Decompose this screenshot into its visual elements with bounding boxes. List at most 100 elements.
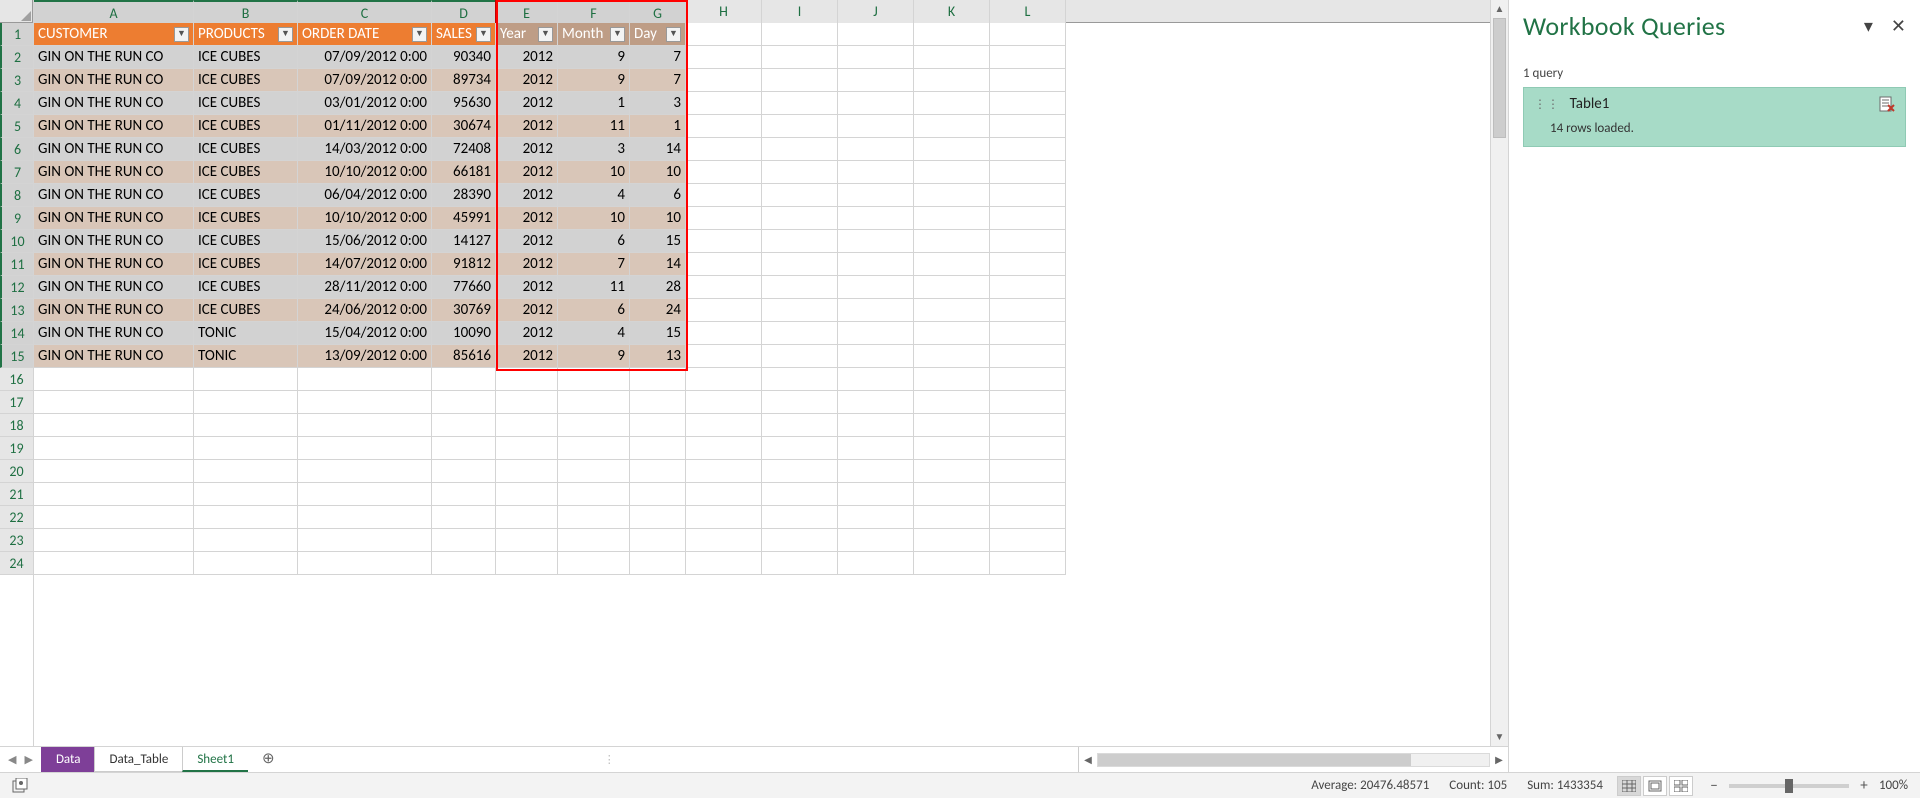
cell-empty[interactable] xyxy=(34,483,194,506)
cell-empty[interactable] xyxy=(686,161,762,184)
cell-empty[interactable] xyxy=(558,437,630,460)
cell-empty[interactable] xyxy=(914,368,990,391)
table-cell[interactable]: 4 xyxy=(558,322,630,345)
cell-empty[interactable] xyxy=(914,69,990,92)
table-cell[interactable]: 10 xyxy=(630,161,686,184)
table-cell[interactable]: 1 xyxy=(630,115,686,138)
row-header-10[interactable]: 10 xyxy=(0,230,33,253)
cell-empty[interactable] xyxy=(914,391,990,414)
col-header-A[interactable]: A xyxy=(34,0,194,23)
cell-empty[interactable] xyxy=(838,276,914,299)
table-cell[interactable]: GIN ON THE RUN CO xyxy=(34,253,194,276)
cell-empty[interactable] xyxy=(762,483,838,506)
table-cell[interactable]: 10090 xyxy=(432,322,496,345)
queries-pane-menu-icon[interactable]: ▾ xyxy=(1864,15,1873,37)
col-header-D[interactable]: D xyxy=(432,0,496,23)
table-cell[interactable]: 1 xyxy=(558,92,630,115)
table-cell[interactable]: 85616 xyxy=(432,345,496,368)
table-cell[interactable]: 2012 xyxy=(496,230,558,253)
table-cell[interactable]: 10 xyxy=(630,207,686,230)
cell-empty[interactable] xyxy=(838,299,914,322)
cell-empty[interactable] xyxy=(194,391,298,414)
row-header-22[interactable]: 22 xyxy=(0,506,33,529)
table-cell[interactable]: 28 xyxy=(630,276,686,299)
cell-empty[interactable] xyxy=(194,552,298,575)
row-header-5[interactable]: 5 xyxy=(0,115,33,138)
macro-record-icon[interactable] xyxy=(12,778,28,794)
table-cell[interactable]: GIN ON THE RUN CO xyxy=(34,69,194,92)
table-cell[interactable]: 9 xyxy=(558,69,630,92)
cell-empty[interactable] xyxy=(990,207,1066,230)
cell-empty[interactable] xyxy=(194,506,298,529)
row-header-12[interactable]: 12 xyxy=(0,276,33,299)
table-cell[interactable]: 28/11/2012 0:00 xyxy=(298,276,432,299)
table-cell[interactable]: 89734 xyxy=(432,69,496,92)
cell-empty[interactable] xyxy=(914,299,990,322)
table-cell[interactable]: 2012 xyxy=(496,345,558,368)
cell-empty[interactable] xyxy=(914,207,990,230)
table-header-sales[interactable]: SALES▼ xyxy=(432,23,496,46)
view-page-break-button[interactable] xyxy=(1669,776,1693,796)
cell-empty[interactable] xyxy=(914,460,990,483)
zoom-in-button[interactable]: + xyxy=(1857,777,1871,795)
table-cell[interactable]: 30674 xyxy=(432,115,496,138)
table-cell[interactable]: 10 xyxy=(558,161,630,184)
cell-empty[interactable] xyxy=(762,207,838,230)
cell-empty[interactable] xyxy=(838,207,914,230)
cell-empty[interactable] xyxy=(686,391,762,414)
cell-empty[interactable] xyxy=(762,115,838,138)
row-header-7[interactable]: 7 xyxy=(0,161,33,184)
cell-empty[interactable] xyxy=(34,437,194,460)
cell-empty[interactable] xyxy=(298,552,432,575)
cell-empty[interactable] xyxy=(914,115,990,138)
cell-empty[interactable] xyxy=(630,552,686,575)
table-cell[interactable]: GIN ON THE RUN CO xyxy=(34,184,194,207)
cell-empty[interactable] xyxy=(990,161,1066,184)
table-cell[interactable]: 10/10/2012 0:00 xyxy=(298,207,432,230)
cell-empty[interactable] xyxy=(990,138,1066,161)
table-cell[interactable]: 13 xyxy=(630,345,686,368)
col-header-F[interactable]: F xyxy=(558,0,630,23)
query-item-refresh-icon[interactable] xyxy=(1879,96,1895,112)
cell-empty[interactable] xyxy=(496,552,558,575)
cell-empty[interactable] xyxy=(686,92,762,115)
cell-empty[interactable] xyxy=(838,345,914,368)
table-cell[interactable]: 10/10/2012 0:00 xyxy=(298,161,432,184)
row-header-20[interactable]: 20 xyxy=(0,460,33,483)
cell-empty[interactable] xyxy=(762,253,838,276)
cell-empty[interactable] xyxy=(558,368,630,391)
cell-empty[interactable] xyxy=(914,276,990,299)
table-header-products[interactable]: PRODUCTS▼ xyxy=(194,23,298,46)
cell-empty[interactable] xyxy=(914,92,990,115)
table-cell[interactable]: 28390 xyxy=(432,184,496,207)
query-item-table1[interactable]: ⋮⋮ Table1 14 rows loaded. xyxy=(1523,87,1906,147)
cell-empty[interactable] xyxy=(762,322,838,345)
cell-empty[interactable] xyxy=(762,391,838,414)
cell-empty[interactable] xyxy=(914,345,990,368)
tab-sheet1[interactable]: Sheet1 xyxy=(182,747,249,772)
cell-empty[interactable] xyxy=(496,529,558,552)
cell-empty[interactable] xyxy=(762,437,838,460)
table-cell[interactable]: ICE CUBES xyxy=(194,115,298,138)
table-cell[interactable]: 2012 xyxy=(496,46,558,69)
table-cell[interactable]: GIN ON THE RUN CO xyxy=(34,92,194,115)
table-cell[interactable]: 7 xyxy=(630,46,686,69)
cell-empty[interactable] xyxy=(496,460,558,483)
vertical-scrollbar[interactable]: ▲ ▼ xyxy=(1490,0,1508,746)
table-cell[interactable]: 2012 xyxy=(496,276,558,299)
table-cell[interactable]: ICE CUBES xyxy=(194,46,298,69)
cell-empty[interactable] xyxy=(838,368,914,391)
table-header-day[interactable]: Day▼ xyxy=(630,23,686,46)
cell-empty[interactable] xyxy=(194,437,298,460)
zoom-slider[interactable] xyxy=(1729,784,1849,788)
cell-empty[interactable] xyxy=(686,552,762,575)
table-cell[interactable]: 2012 xyxy=(496,69,558,92)
table-cell[interactable]: 2012 xyxy=(496,253,558,276)
table-cell[interactable]: 2012 xyxy=(496,161,558,184)
cell-empty[interactable] xyxy=(34,529,194,552)
cell-empty[interactable] xyxy=(558,552,630,575)
cell-empty[interactable] xyxy=(298,529,432,552)
cell-empty[interactable] xyxy=(990,437,1066,460)
cell-empty[interactable] xyxy=(914,138,990,161)
cell-empty[interactable] xyxy=(762,23,838,46)
